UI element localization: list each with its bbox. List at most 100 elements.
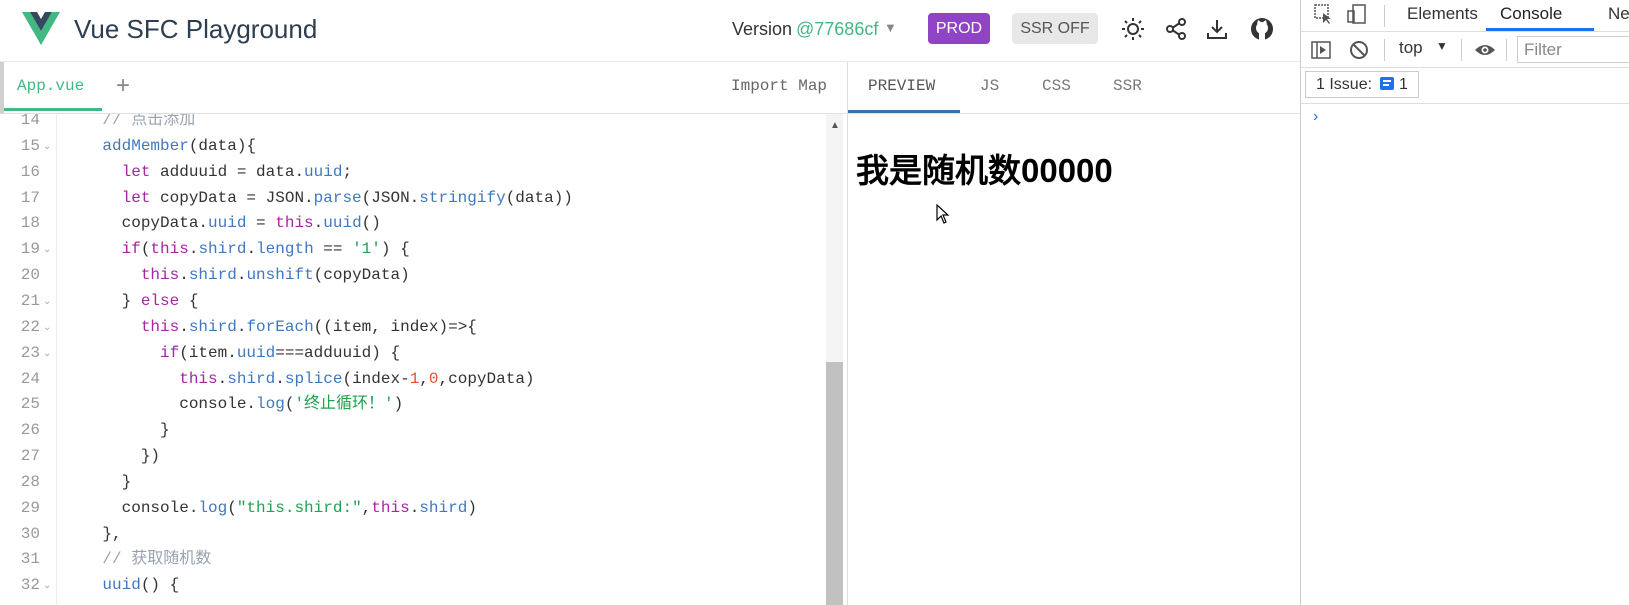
sidebar-toggle-icon[interactable]	[1310, 39, 1332, 61]
code-token: splice	[284, 369, 343, 388]
active-tab-indicator	[848, 110, 960, 113]
code-token: .	[409, 498, 420, 517]
code-text: console.log('终止循环！')	[64, 391, 403, 418]
line-number: 29	[20, 498, 40, 517]
code-text: this.shird.splice(index-1,0,copyData)	[64, 366, 535, 393]
github-icon[interactable]	[1249, 16, 1275, 42]
line-number: 17	[20, 188, 40, 207]
context-selector[interactable]: top	[1399, 38, 1423, 58]
code-token: else	[140, 291, 180, 310]
line-number: 28	[20, 472, 40, 491]
ssr-toggle-button[interactable]: SSR OFF	[1012, 13, 1098, 44]
share-icon[interactable]	[1163, 16, 1189, 42]
fold-chevron-icon[interactable]: ⌄	[43, 314, 51, 341]
add-file-button[interactable]: +	[116, 72, 130, 100]
code-token: })	[64, 447, 161, 466]
version-selector[interactable]: @77686cf	[796, 19, 878, 40]
chevron-down-icon[interactable]: ▼	[1436, 39, 1448, 53]
code-token: uuid	[64, 576, 141, 595]
divider	[1461, 39, 1462, 61]
code-token: 1	[409, 369, 420, 388]
tab-console[interactable]: Console	[1500, 4, 1562, 24]
code-text: // 获取随机数	[64, 546, 211, 573]
code-token: uuid	[208, 214, 247, 233]
code-editor[interactable]: ▲ 14 // 点击添加 15 ⌄ addMember(data){16 let a…	[0, 114, 847, 605]
line-number: 24	[20, 369, 40, 388]
tab-network[interactable]: Netw	[1608, 4, 1629, 24]
scroll-up-arrow-icon[interactable]: ▲	[830, 120, 840, 131]
code-text: let adduuid = data.uuid;	[64, 159, 352, 186]
scrollbar-thumb[interactable]	[826, 362, 843, 605]
code-token: .	[188, 240, 199, 259]
code-token: (JSON.	[361, 188, 420, 207]
code-token: (	[140, 240, 151, 259]
code-token: shird	[227, 369, 276, 388]
code-token: this	[275, 214, 314, 233]
code-text: this.shird.unshift(copyData)	[64, 262, 410, 289]
tab-ssr[interactable]: SSR	[1113, 77, 1142, 95]
device-toolbar-icon[interactable]	[1346, 3, 1368, 25]
code-token: () {	[140, 576, 180, 595]
code-token: log	[256, 395, 285, 414]
code-token: console.	[64, 395, 257, 414]
code-text: let copyData = JSON.parse(JSON.stringify…	[64, 185, 573, 212]
code-token: =	[246, 214, 276, 233]
fold-chevron-icon[interactable]: ⌄	[43, 288, 51, 315]
console-prompt[interactable]: ›	[1313, 108, 1318, 126]
issues-bar: 1 Issue: 1	[1301, 68, 1629, 104]
tab-css[interactable]: CSS	[1042, 77, 1071, 95]
line-number: 21	[20, 291, 40, 310]
code-token: forEach	[246, 317, 314, 336]
fold-chevron-icon[interactable]: ⌄	[43, 572, 51, 599]
issues-button[interactable]: 1 Issue: 1	[1305, 71, 1419, 98]
code-token: .	[313, 214, 324, 233]
tab-elements[interactable]: Elements	[1407, 4, 1478, 24]
fold-chevron-icon[interactable]: ⌄	[43, 133, 51, 160]
chevron-down-icon[interactable]: ▼	[884, 20, 897, 35]
code-token: copyData.	[64, 214, 209, 233]
sun-icon[interactable]	[1120, 16, 1146, 42]
file-tab-app-vue[interactable]: App.vue	[17, 77, 84, 95]
inspect-element-icon[interactable]	[1313, 3, 1335, 25]
code-token: .	[179, 266, 189, 285]
eye-icon[interactable]	[1474, 39, 1496, 61]
prod-toggle-button[interactable]: PROD	[928, 13, 990, 44]
code-token: }	[64, 421, 170, 440]
code-token: // 获取随机数	[64, 550, 212, 569]
tab-js[interactable]: JS	[980, 77, 999, 95]
code-token: copyData = JSON.	[160, 188, 314, 207]
code-token: shird	[419, 498, 468, 517]
download-icon[interactable]	[1204, 16, 1230, 42]
import-map-tab[interactable]: Import Map	[731, 77, 827, 95]
code-text: addMember(data){	[64, 133, 256, 160]
console-toolbar: top ▼ Filter	[1301, 32, 1629, 68]
divider	[1384, 39, 1385, 61]
code-token: uuid	[236, 343, 276, 362]
code-token: ((item, index)=>{	[313, 317, 477, 336]
code-token: .	[179, 317, 189, 336]
preview-frame[interactable]: 我是随机数00000	[848, 114, 1300, 605]
output-tabs-bar: PREVIEW JS CSS SSR	[848, 62, 1300, 114]
line-number: 18	[20, 214, 40, 233]
tab-preview[interactable]: PREVIEW	[868, 77, 935, 95]
fold-chevron-icon[interactable]: ⌄	[43, 340, 51, 367]
devtools-tab-bar: Elements Console Netw	[1301, 0, 1629, 32]
divider	[1384, 5, 1385, 27]
filter-input[interactable]: Filter	[1517, 36, 1629, 63]
code-token: console.	[64, 498, 199, 517]
code-token: if	[64, 240, 141, 259]
preview-heading: 我是随机数00000	[856, 152, 1113, 189]
code-text: if(this.shird.length == '1') {	[64, 236, 410, 263]
clear-console-icon[interactable]	[1348, 39, 1370, 61]
code-token: addMember	[64, 136, 189, 155]
line-number: 25	[20, 395, 40, 414]
fold-chevron-icon[interactable]: ⌄	[43, 236, 51, 263]
code-token: (copyData)	[313, 266, 410, 285]
code-text: } else {	[64, 288, 199, 315]
app-title: Vue SFC Playground	[74, 14, 318, 44]
code-token: length	[256, 240, 314, 259]
line-number: 19	[20, 240, 40, 259]
line-number: 14	[20, 114, 40, 129]
code-token: ,copyData)	[438, 369, 535, 388]
code-token: '1'	[352, 240, 381, 259]
